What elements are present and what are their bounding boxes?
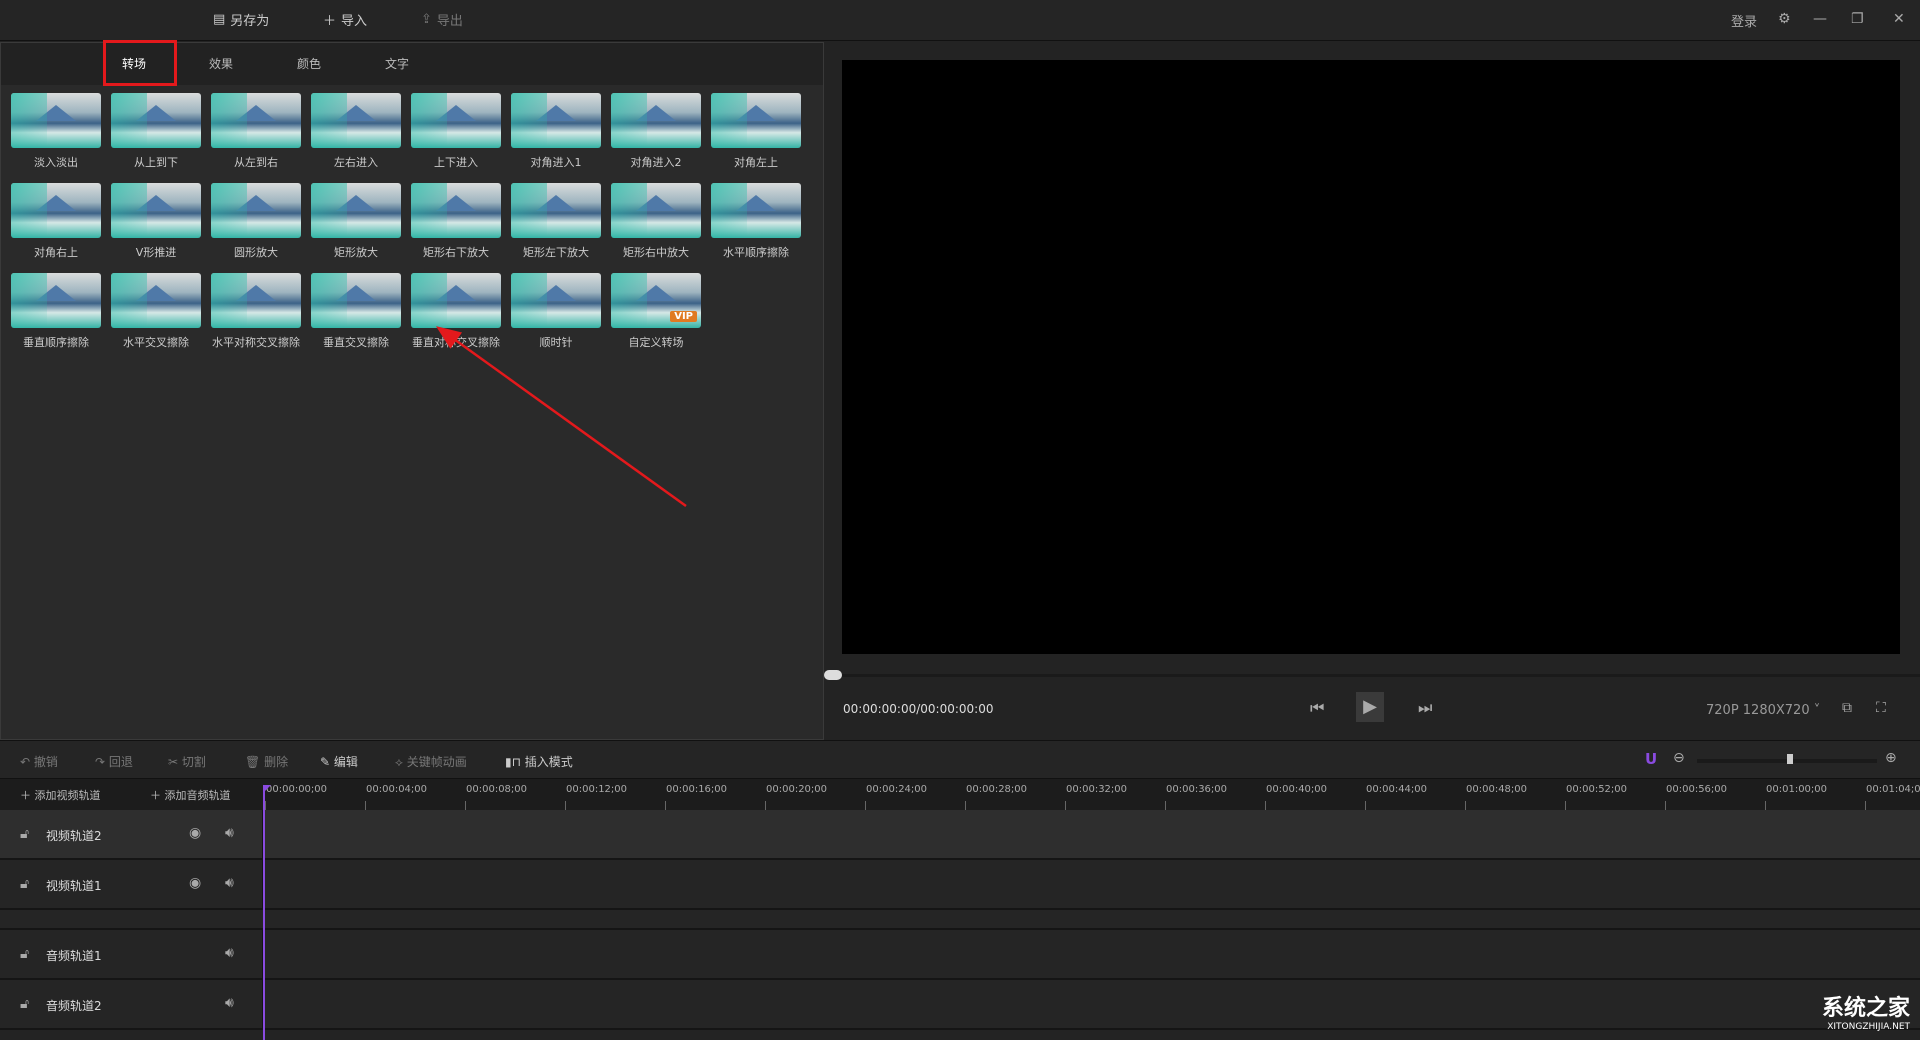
watermark: 系统之家 XITONGZHIJIA.NET [1821,996,1910,1032]
annotation-arrow [435,326,687,508]
vip-badge: VIP [670,311,697,322]
annotation-arrow-line [435,326,687,508]
